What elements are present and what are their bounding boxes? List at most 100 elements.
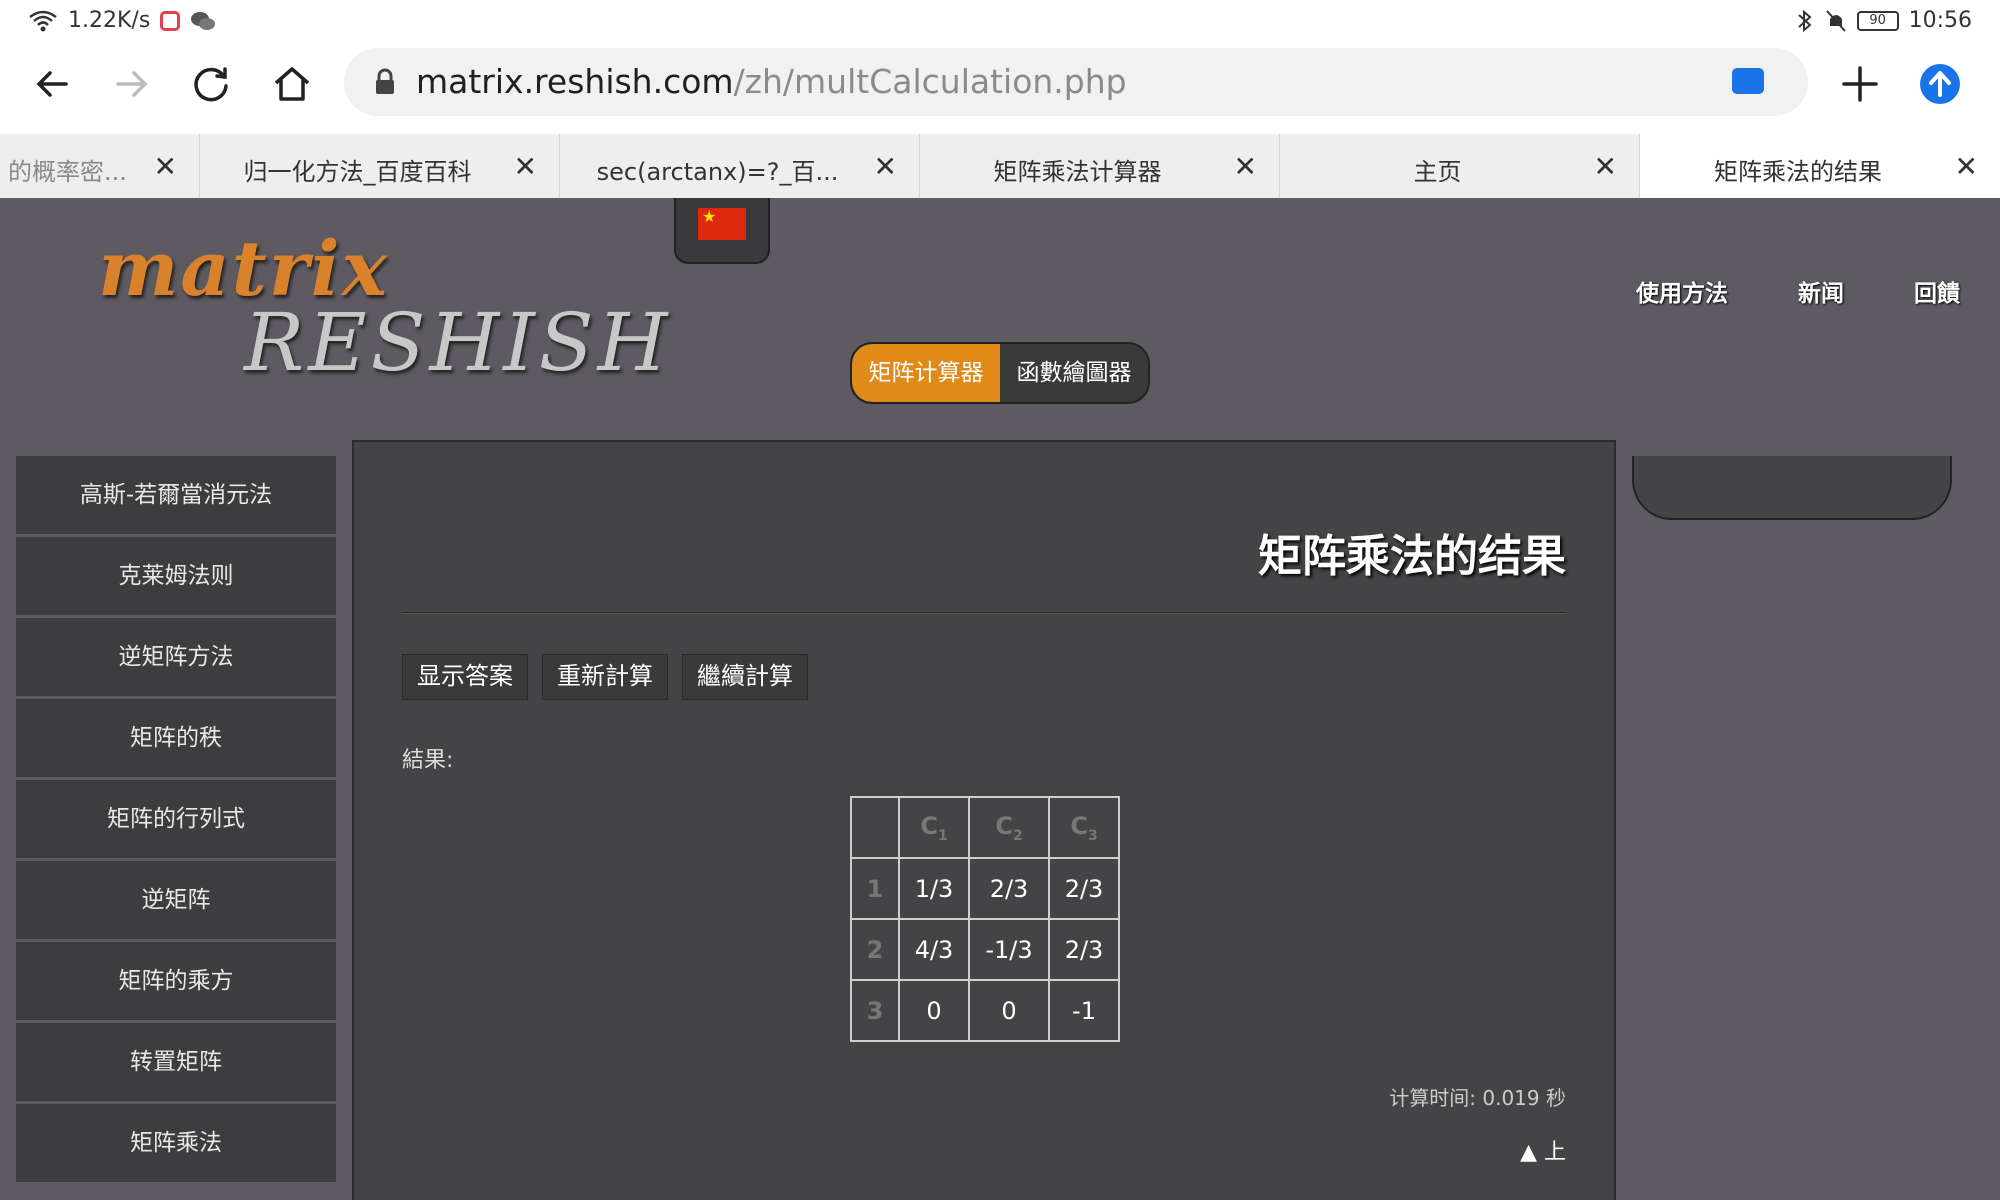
matrix-cell: 2/3 <box>1048 857 1120 920</box>
column-index: 1 <box>937 827 948 844</box>
function-plotter-button[interactable]: 函數繪圖器 <box>1000 344 1148 402</box>
sidebar-item-multiplication[interactable]: 矩阵乘法 <box>16 1104 336 1185</box>
calculation-time: 计算时间: 0.019 秒 <box>1389 1086 1566 1110</box>
sidebar-item-inverse[interactable]: 逆矩阵 <box>16 861 336 942</box>
url-path: /zh/multCalculation.php <box>733 62 1127 101</box>
column-index: 2 <box>1012 827 1023 844</box>
sidebar-item-determinant[interactable]: 矩阵的行列式 <box>16 780 336 861</box>
close-icon[interactable]: ✕ <box>874 150 897 183</box>
tab-title: 的概率密... <box>8 158 127 186</box>
matrix-calculator-button[interactable]: 矩阵计算器 <box>852 344 1000 402</box>
browser-tab-active[interactable]: 矩阵乘法的结果 ✕ <box>1640 134 2000 198</box>
column-prefix: C <box>1070 811 1088 840</box>
battery-icon: 90 <box>1856 10 1899 31</box>
network-speed: 1.22K/s <box>68 8 151 33</box>
matrix-cell: -1 <box>1048 979 1120 1042</box>
result-label: 結果: <box>402 748 454 773</box>
cast-screen-icon[interactable] <box>1732 68 1764 94</box>
new-tab-button[interactable] <box>1832 56 1888 112</box>
sidebar-item-transpose[interactable]: 转置矩阵 <box>16 1023 336 1104</box>
right-side-panel <box>1632 456 1952 520</box>
china-flag-icon: ★ <box>698 208 746 240</box>
arrow-left-icon <box>36 71 68 97</box>
wechat-icon <box>191 11 216 30</box>
matrix-cell: 1/3 <box>898 857 970 920</box>
column-header: C1 <box>898 796 970 859</box>
column-prefix: C <box>920 811 938 840</box>
calculator-switcher: 矩阵计算器 函數繪圖器 <box>850 342 1150 404</box>
address-bar[interactable]: matrix.reshish.com/zh/multCalculation.ph… <box>344 48 1808 116</box>
mute-bell-icon <box>1825 9 1846 32</box>
recalculate-button[interactable]: 重新計算 <box>542 654 668 700</box>
action-buttons: 显示答案 重新計算 繼續計算 <box>402 654 808 700</box>
site-logo[interactable]: matrix RESHISH <box>98 224 667 394</box>
browser-tab[interactable]: 归一化方法_百度百科 ✕ <box>200 134 560 198</box>
wifi-icon <box>29 10 57 31</box>
matrix-cell: 2/3 <box>1048 918 1120 981</box>
divider <box>402 612 1566 614</box>
row-header: 3 <box>850 979 900 1042</box>
sidebar: 高斯-若爾當消元法 克莱姆法则 逆矩阵方法 矩阵的秩 矩阵的行列式 逆矩阵 矩阵… <box>16 456 336 1185</box>
matrix-cell: -1/3 <box>968 918 1050 981</box>
nav-link-news[interactable]: 新闻 <box>1798 274 1844 308</box>
page-title: 矩阵乘法的结果 <box>1258 531 1566 582</box>
lock-icon <box>376 68 394 94</box>
tab-strip: 的概率密... ✕ 归一化方法_百度百科 ✕ sec(arctanx)=?_百.… <box>0 134 2000 198</box>
back-to-top-link[interactable]: ▲ 上 <box>1520 1134 1566 1166</box>
matrix-cell: 0 <box>898 979 970 1042</box>
sidebar-item-rank[interactable]: 矩阵的秩 <box>16 699 336 780</box>
home-button[interactable] <box>264 56 320 112</box>
browser-tab[interactable]: 矩阵乘法计算器 ✕ <box>920 134 1280 198</box>
table-row: 1 1/3 2/3 2/3 <box>850 857 1120 920</box>
home-icon <box>274 67 310 101</box>
close-icon[interactable]: ✕ <box>1234 150 1257 183</box>
close-icon[interactable]: ✕ <box>154 150 177 183</box>
url-text: matrix.reshish.com/zh/multCalculation.ph… <box>416 62 1127 101</box>
upload-button[interactable] <box>1912 56 1968 112</box>
language-selector[interactable]: ★ <box>674 198 770 264</box>
browser-tab[interactable]: sec(arctanx)=?_百... ✕ <box>560 134 920 198</box>
status-bar: 1.22K/s 90 10:56 <box>0 0 2000 48</box>
browser-toolbar: matrix.reshish.com/zh/multCalculation.ph… <box>0 48 2000 134</box>
clock: 10:56 <box>1908 8 1972 33</box>
tab-title: 归一化方法_百度百科 <box>243 158 472 186</box>
arrow-right-icon <box>116 71 148 97</box>
plus-icon <box>1842 66 1878 102</box>
column-header: C3 <box>1048 796 1120 859</box>
matrix-cell: 4/3 <box>898 918 970 981</box>
tab-title: 主页 <box>1413 158 1462 186</box>
main-panel: 矩阵乘法的结果 显示答案 重新計算 繼續計算 結果: C1 C2 C3 1 1/… <box>352 440 1616 1200</box>
bluetooth-icon <box>1797 9 1812 32</box>
forward-button[interactable] <box>104 56 160 112</box>
tab-title: sec(arctanx)=?_百... <box>596 158 839 186</box>
tab-title: 矩阵乘法的结果 <box>1714 158 1882 186</box>
close-icon[interactable]: ✕ <box>1594 150 1617 183</box>
matrix-cell: 0 <box>968 979 1050 1042</box>
corner-cell <box>850 796 900 859</box>
logo-text-reshish: RESHISH <box>244 296 672 389</box>
top-nav: 使用方法 新闻 回饋 <box>1636 274 1960 308</box>
upload-arrow-icon <box>1920 64 1960 104</box>
nav-link-feedback[interactable]: 回饋 <box>1914 274 1960 308</box>
url-domain: matrix.reshish.com <box>416 62 734 101</box>
close-icon[interactable]: ✕ <box>1955 150 1978 183</box>
tab-title: 矩阵乘法计算器 <box>993 158 1162 186</box>
back-button[interactable] <box>24 56 80 112</box>
sidebar-item-gauss-jordan[interactable]: 高斯-若爾當消元法 <box>16 456 336 537</box>
nav-link-usage[interactable]: 使用方法 <box>1636 274 1728 308</box>
reload-icon <box>194 67 228 102</box>
browser-tab[interactable]: 的概率密... ✕ <box>0 134 200 198</box>
column-header: C2 <box>968 796 1050 859</box>
show-answer-button[interactable]: 显示答案 <box>402 654 528 700</box>
row-header: 2 <box>850 918 900 981</box>
row-header: 1 <box>850 857 900 920</box>
result-matrix-table: C1 C2 C3 1 1/3 2/3 2/3 2 4/3 -1/3 2/3 3 … <box>850 796 1120 1042</box>
sidebar-item-power[interactable]: 矩阵的乘方 <box>16 942 336 1023</box>
browser-tab[interactable]: 主页 ✕ <box>1280 134 1640 198</box>
reload-button[interactable] <box>184 56 240 112</box>
close-icon[interactable]: ✕ <box>514 150 537 183</box>
sidebar-item-inverse-method[interactable]: 逆矩阵方法 <box>16 618 336 699</box>
table-header-row: C1 C2 C3 <box>850 796 1120 859</box>
sidebar-item-cramer[interactable]: 克莱姆法则 <box>16 537 336 618</box>
continue-button[interactable]: 繼續計算 <box>682 654 808 700</box>
